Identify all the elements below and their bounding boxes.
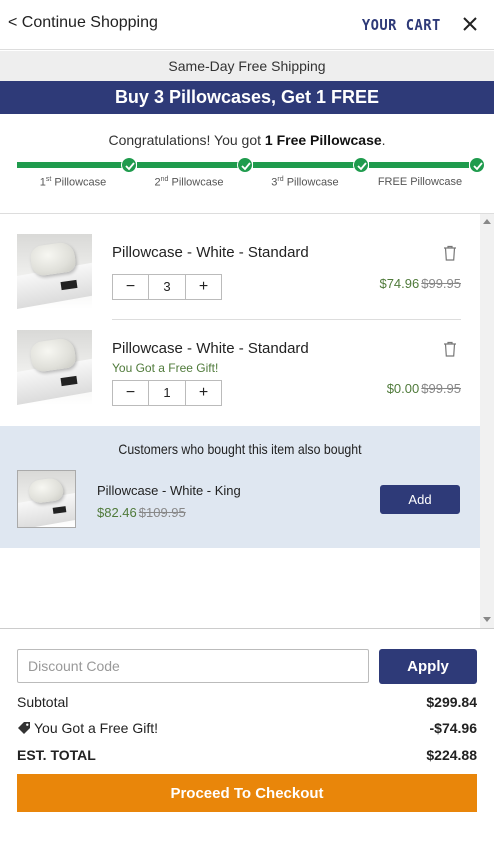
- product-image: [17, 330, 92, 405]
- continue-shopping-link[interactable]: < Continue Shopping: [8, 14, 158, 32]
- cart-items-scroll[interactable]: Pillowcase - White - Standard − 3 + $74.…: [0, 214, 480, 628]
- progress-segment: [253, 162, 361, 168]
- item-separator: [112, 319, 461, 320]
- decrease-qty-button[interactable]: −: [113, 275, 149, 299]
- congrats-bold: 1 Free Pillowcase: [264, 132, 382, 148]
- quantity-value[interactable]: 3: [150, 275, 184, 299]
- sale-price: $74.96: [379, 276, 420, 291]
- upsell-price: $82.46 $109.95: [97, 505, 186, 520]
- sale-price: $82.46: [97, 505, 137, 520]
- gift-discount-label: You Got a Free Gift!: [34, 720, 158, 736]
- discount-code-input[interactable]: [17, 649, 369, 683]
- increase-qty-button[interactable]: +: [185, 275, 221, 299]
- cart-title: YOUR CART: [362, 16, 441, 34]
- checkout-button[interactable]: Proceed To Checkout: [17, 774, 477, 812]
- trash-icon[interactable]: [443, 245, 457, 261]
- item-price: $74.96 $99.95: [379, 276, 461, 291]
- trash-icon[interactable]: [443, 341, 457, 357]
- cart-header: < Continue Shopping YOUR CART: [0, 0, 494, 50]
- check-circle-icon: [353, 157, 369, 173]
- upsell-product-image[interactable]: [17, 470, 76, 528]
- footer-divider: [0, 628, 494, 629]
- scroll-up-arrow-icon[interactable]: [483, 219, 491, 224]
- quantity-value[interactable]: 1: [150, 381, 184, 405]
- upsell-section: Customers who bought this item also boug…: [0, 426, 480, 548]
- reward-progress-bar: [17, 157, 485, 173]
- original-price: $99.95: [421, 381, 461, 396]
- close-icon[interactable]: [460, 12, 480, 36]
- progress-segment: [369, 162, 469, 168]
- congrats-message: Congratulations! You got 1 Free Pillowca…: [0, 132, 494, 148]
- decrease-qty-button[interactable]: −: [113, 381, 149, 405]
- scrollbar[interactable]: [480, 214, 494, 628]
- promo-banner: Buy 3 Pillowcases, Get 1 FREE: [0, 81, 494, 114]
- step-label: 1st Pillowcase: [39, 176, 107, 189]
- gift-discount-label-wrap: You Got a Free Gift!: [17, 720, 158, 738]
- progress-segment: [17, 162, 129, 168]
- original-price: $109.95: [138, 505, 186, 520]
- check-circle-icon: [237, 157, 253, 173]
- increase-qty-button[interactable]: +: [185, 381, 221, 405]
- shipping-banner: Same-Day Free Shipping: [0, 51, 494, 81]
- gift-note: You Got a Free Gift!: [112, 361, 219, 375]
- item-price: $0.00 $99.95: [387, 381, 461, 396]
- total-label: EST. TOTAL: [17, 747, 96, 763]
- product-image: [17, 234, 92, 309]
- original-price: $99.95: [421, 276, 461, 291]
- upsell-title: Customers who bought this item also boug…: [118, 441, 362, 457]
- congrats-prefix: Congratulations! You got: [108, 132, 265, 148]
- quantity-stepper: − 3 +: [112, 274, 222, 300]
- gift-discount-value: -$74.96: [429, 720, 477, 736]
- item-name: Pillowcase - White - Standard: [112, 340, 309, 357]
- item-name: Pillowcase - White - Standard: [112, 244, 309, 261]
- check-circle-icon: [469, 157, 485, 173]
- progress-step-labels: 1st Pillowcase 2nd Pillowcase 3rd Pillow…: [0, 176, 494, 190]
- step-label: FREE Pillowcase: [377, 176, 463, 188]
- sale-price: $0.00: [386, 381, 420, 396]
- step-label: 3rd Pillowcase: [271, 176, 339, 189]
- scroll-down-arrow-icon[interactable]: [483, 617, 491, 622]
- step-label: 2nd Pillowcase: [154, 176, 224, 189]
- subtotal-value: $299.84: [426, 694, 477, 710]
- upsell-product-name[interactable]: Pillowcase - White - King: [97, 483, 241, 498]
- add-upsell-button[interactable]: Add: [380, 485, 460, 514]
- cart-item: Pillowcase - White - Standard You Got a …: [17, 330, 461, 410]
- subtotal-label: Subtotal: [17, 694, 69, 710]
- total-value: $224.88: [426, 747, 477, 763]
- cart-item: Pillowcase - White - Standard − 3 + $74.…: [17, 234, 461, 314]
- apply-discount-button[interactable]: Apply: [379, 649, 477, 684]
- congrats-suffix: .: [381, 132, 386, 148]
- progress-segment: [137, 162, 245, 168]
- quantity-stepper: − 1 +: [112, 380, 222, 406]
- check-circle-icon: [121, 157, 137, 173]
- tag-icon: [17, 721, 31, 738]
